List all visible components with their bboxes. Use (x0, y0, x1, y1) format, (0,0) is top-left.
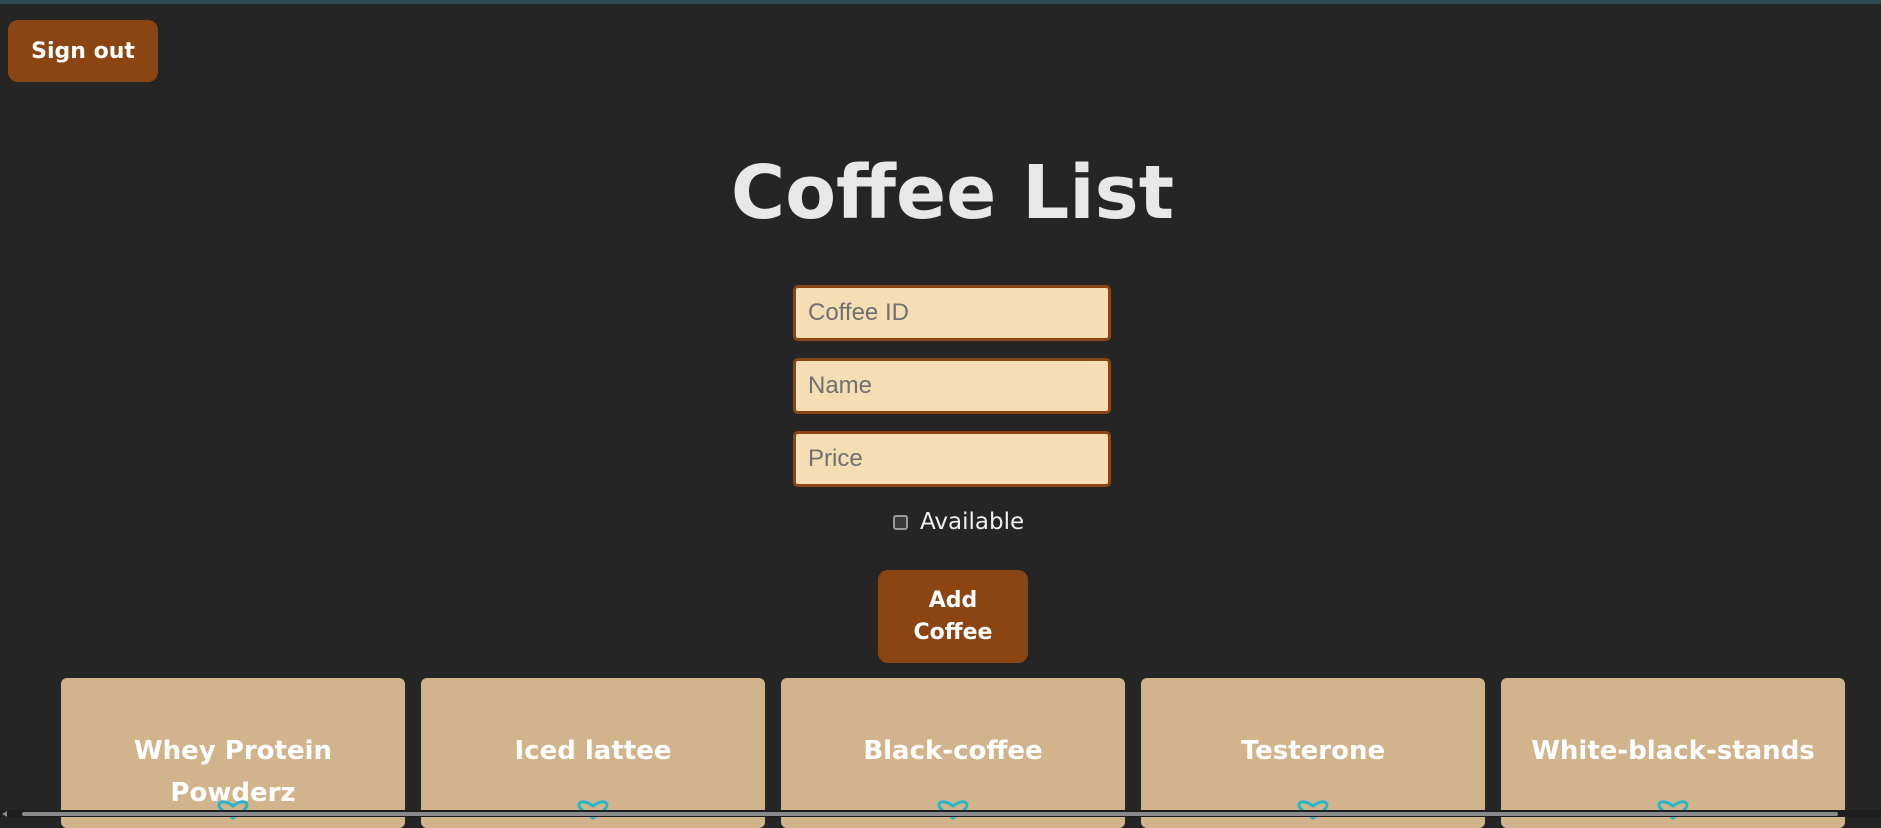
scrollbar-thumb[interactable] (22, 812, 1838, 816)
coffee-card: Testerone (1141, 678, 1485, 828)
coffee-name: White-black-stands (1531, 736, 1815, 766)
add-coffee-button[interactable]: Add Coffee (878, 570, 1028, 663)
available-option: Available (893, 506, 1024, 538)
available-checkbox[interactable] (893, 514, 908, 530)
coffee-card: Black-coffee (781, 678, 1125, 828)
sign-out-button[interactable]: Sign out (8, 20, 158, 82)
name-input[interactable] (793, 358, 1111, 414)
top-border (0, 0, 1881, 4)
horizontal-scrollbar[interactable] (0, 810, 1881, 817)
coffee-name: Iced lattee (514, 736, 672, 766)
coffee-card: White-black-stands (1501, 678, 1845, 828)
price-input[interactable] (793, 431, 1111, 487)
coffee-card: Whey Protein Powderz (61, 678, 405, 828)
coffee-card: Iced lattee (421, 678, 765, 828)
coffee-name: Black-coffee (863, 736, 1043, 766)
available-label: Available (920, 509, 1025, 535)
coffee-id-input[interactable] (793, 285, 1111, 341)
coffee-name: Testerone (1240, 736, 1386, 766)
coffee-card-list: Whey Protein Powderz Iced lattee Black-c… (61, 678, 1845, 828)
scroll-left-arrow-icon[interactable] (2, 811, 7, 817)
page-title: Coffee List (730, 150, 1175, 236)
